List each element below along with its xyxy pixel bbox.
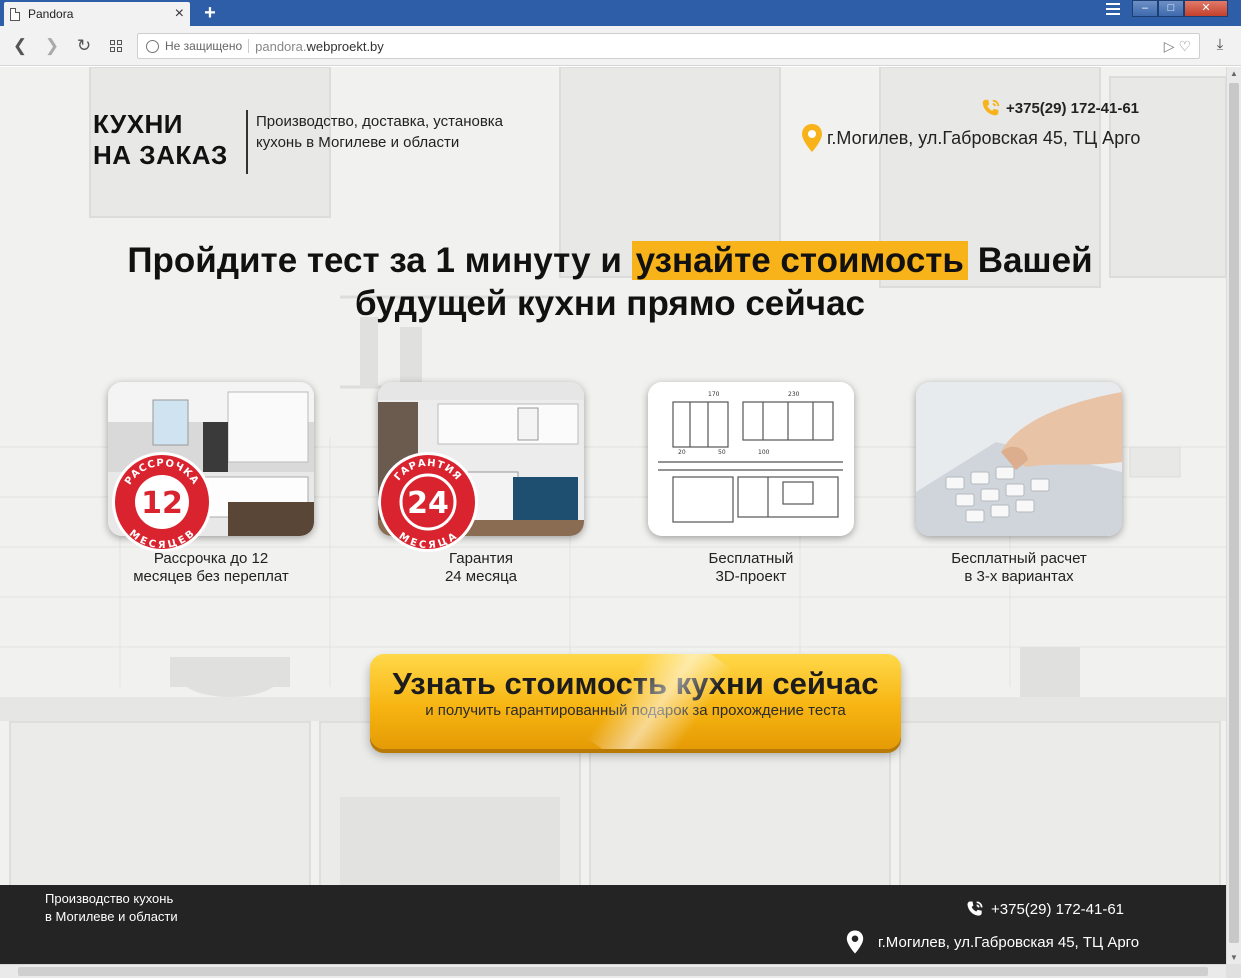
scroll-down-icon[interactable]: ▼ <box>1229 953 1239 962</box>
svg-text:230: 230 <box>788 391 800 398</box>
feature-caption: Гарантия 24 месяца <box>444 550 518 585</box>
feature-image <box>916 382 1122 536</box>
location-pin-icon <box>846 930 864 954</box>
reload-icon[interactable]: ↻ <box>74 36 94 56</box>
maximize-button[interactable]: □ <box>1158 0 1184 17</box>
url-text[interactable]: pandora.webproekt.by <box>249 39 384 54</box>
menu-icon[interactable] <box>1106 3 1120 17</box>
browser-tab[interactable]: Pandora × <box>4 2 190 26</box>
url-field[interactable]: Не защищено pandora.webproekt.by ▷ ♡ <box>137 33 1200 59</box>
horizontal-scrollbar[interactable] <box>0 964 1226 978</box>
installment-badge: РАССРОЧКА МЕСЯЦЕВ 12 <box>112 452 212 552</box>
feature-calculation: Бесплатный расчет в 3-х вариантах <box>899 382 1139 586</box>
svg-text:50: 50 <box>718 449 726 456</box>
headline-highlight: узнайте стоимость <box>631 241 968 280</box>
svg-text:20: 20 <box>678 449 686 456</box>
scroll-up-icon[interactable]: ▲ <box>1229 69 1239 78</box>
logo-divider <box>246 110 248 174</box>
feature-caption: Рассрочка до 12 месяцев без переплат <box>133 550 289 585</box>
warranty-badge: ГАРАНТИЯ МЕСЯЦА 24 <box>378 452 478 552</box>
vertical-scrollbar[interactable]: ▲ ▼ <box>1226 67 1241 964</box>
footer-phone[interactable]: +375(29) 172-41-61 <box>965 899 1124 919</box>
feature-3d-project: 170 230 20 50 100 Бесплатный 3D-проект <box>631 382 871 586</box>
document-icon <box>10 7 20 21</box>
send-icon[interactable]: ▷ <box>1164 38 1175 54</box>
minimize-button[interactable]: – <box>1132 0 1158 17</box>
phone-icon <box>967 901 983 916</box>
feature-caption: Бесплатный 3D-проект <box>708 550 794 585</box>
svg-text:100: 100 <box>758 449 770 456</box>
phone-text[interactable]: +375(29) 172-41-61 <box>1006 100 1139 117</box>
svg-text:170: 170 <box>708 391 720 398</box>
address-text: г.Могилев, ул.Габровская 45, ТЦ Арго <box>827 127 1141 148</box>
badge-number: 24 <box>407 486 449 521</box>
footer-address-text: г.Могилев, ул.Габровская 45, ТЦ Арго <box>878 933 1140 951</box>
cta-button[interactable]: Узнать стоимость кухни сейчас и получить… <box>370 654 901 749</box>
badge-number: 12 <box>141 486 183 521</box>
footer-description: Производство кухонь в Могилеве и области <box>45 891 178 924</box>
new-tab-button[interactable]: + <box>200 3 220 23</box>
scroll-thumb[interactable] <box>18 967 1208 976</box>
window-controls: – □ ✕ <box>1132 0 1228 18</box>
forward-icon[interactable]: ❯ <box>42 36 62 56</box>
browser-tab-bar: Pandora × + – □ ✕ <box>0 0 1241 26</box>
address-bar: ❮ ❯ ↻ Не защищено pandora.webproekt.by ▷… <box>0 26 1241 66</box>
feature-caption: Бесплатный расчет в 3-х вариантах <box>951 550 1087 585</box>
phone-icon <box>982 99 1000 116</box>
logo[interactable]: КУХНИ НА ЗАКАЗ <box>93 109 228 171</box>
close-icon[interactable]: × <box>175 6 184 22</box>
tagline: Производство, доставка, установка кухонь… <box>256 113 504 151</box>
window-close-button[interactable]: ✕ <box>1184 0 1228 17</box>
globe-icon <box>146 39 159 53</box>
header-address: г.Могилев, ул.Габровская 45, ТЦ Арго <box>801 123 1140 153</box>
location-pin-icon <box>802 124 822 152</box>
feature-image: 170 230 20 50 100 <box>648 382 854 536</box>
page-viewport: КУХНИ НА ЗАКАЗ Производство, доставка, у… <box>0 67 1226 885</box>
speed-dial-icon[interactable] <box>110 40 122 52</box>
footer-address: г.Могилев, ул.Габровская 45, ТЦ Арго <box>846 929 1139 955</box>
footer-phone-text[interactable]: +375(29) 172-41-61 <box>991 901 1124 918</box>
hero-headline: Пройдите тест за 1 минуту и узнайте стои… <box>127 241 1093 323</box>
heart-icon[interactable]: ♡ <box>1178 38 1191 54</box>
tab-title: Pandora <box>28 7 74 21</box>
header-phone[interactable]: +375(29) 172-41-61 <box>980 97 1139 119</box>
url-actions: ▷ ♡ <box>1164 38 1191 55</box>
scroll-thumb[interactable] <box>1229 83 1239 943</box>
download-icon[interactable]: ⤓ <box>1210 36 1230 56</box>
security-label[interactable]: Не защищено <box>165 39 250 53</box>
scrollbar-corner <box>1226 964 1241 978</box>
back-icon[interactable]: ❮ <box>10 36 30 56</box>
page-footer: Производство кухонь в Могилеве и области… <box>0 885 1226 964</box>
